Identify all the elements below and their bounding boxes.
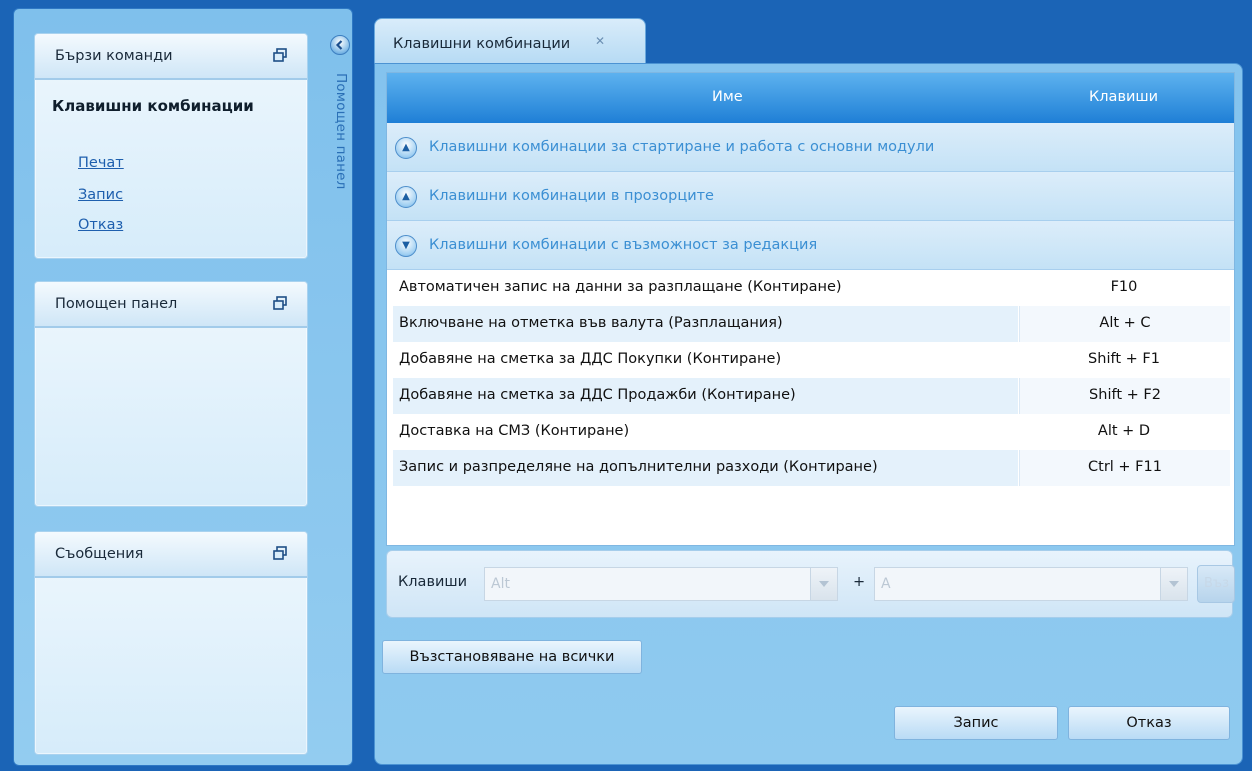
chevron-up-icon[interactable]: ▲ (395, 186, 417, 208)
row-name: Добавяне на сметка за ДДС Продажби (Конт… (399, 387, 796, 403)
group-label: Клавишни комбинации с възможност за реда… (429, 237, 818, 253)
link-cancel[interactable]: Отказ (78, 217, 123, 233)
help-panel: Помощен панел (34, 281, 308, 507)
row-keys: Alt + C (1099, 315, 1151, 331)
chevron-down-icon[interactable] (810, 568, 837, 600)
help-panel-header: Помощен панел (35, 282, 307, 328)
restore-window-icon[interactable] (273, 546, 287, 560)
shortcuts-section-title: Клавишни комбинации (52, 97, 254, 115)
link-save[interactable]: Запис (78, 187, 123, 203)
group-row[interactable]: ▲ Клавишни комбинации в прозорците (387, 172, 1234, 221)
table-row[interactable]: Добавяне на сметка за ДДС Продажби (Конт… (387, 378, 1234, 414)
key-select[interactable]: A (874, 567, 1188, 601)
restore-window-icon[interactable] (273, 48, 287, 62)
row-keys: F10 (1110, 279, 1138, 295)
plus-label: + (853, 574, 866, 590)
panel-title: Помощен панел (55, 296, 178, 312)
group-row[interactable]: ▲ Клавишни комбинации за стартиране и ра… (387, 123, 1234, 172)
chevron-up-icon[interactable]: ▲ (395, 137, 417, 159)
group-row[interactable]: ▼ Клавишни комбинации с възможност за ре… (387, 221, 1234, 270)
row-name: Автоматичен запис на данни за разплащане… (399, 279, 842, 295)
restore-window-icon[interactable] (273, 296, 287, 310)
keys-label: Клавиши (398, 574, 468, 590)
row-keys: Shift + F2 (1089, 387, 1161, 403)
collapse-sidebar-button[interactable] (330, 35, 350, 55)
row-keys: Alt + D (1097, 423, 1151, 439)
row-keys: Shift + F1 (1088, 351, 1160, 367)
table-row[interactable]: Доставка на СМЗ (Контиране) Alt + D (387, 414, 1234, 450)
chevron-down-icon[interactable] (1160, 568, 1187, 600)
save-button[interactable]: Запис (894, 706, 1058, 740)
row-name: Добавяне на сметка за ДДС Покупки (Конти… (399, 351, 782, 367)
close-tab-icon[interactable]: ✕ (595, 34, 605, 48)
cancel-button[interactable]: Отказ (1068, 706, 1230, 740)
table-row[interactable]: Запис и разпределяне на допълнителни раз… (387, 450, 1234, 486)
row-name: Доставка на СМЗ (Контиране) (399, 423, 630, 439)
link-print[interactable]: Печат (78, 155, 124, 171)
modifier-select[interactable]: Alt (484, 567, 838, 601)
quick-commands-panel: Бързи команди Клавишни комбинации Печат … (34, 33, 308, 259)
table-row[interactable]: Добавяне на сметка за ДДС Покупки (Конти… (387, 342, 1234, 378)
restore-all-button[interactable]: Възстановяване на всички (382, 640, 642, 674)
keys-editor-bar: Клавиши Alt + A Въз (386, 550, 1235, 618)
tab-label: Клавишни комбинации (393, 36, 571, 52)
column-header-keys[interactable]: Клавиши (1089, 89, 1158, 105)
group-label: Клавишни комбинации в прозорците (429, 188, 714, 204)
group-label: Клавишни комбинации за стартиране и рабо… (429, 139, 935, 155)
main-area: Клавишни комбинации ✕ Име Клавиши ▲ Клав… (373, 8, 1243, 765)
row-name: Включване на отметка във валута (Разплащ… (399, 315, 783, 331)
messages-panel: Съобщения (34, 531, 308, 755)
shortcuts-grid: Име Клавиши ▲ Клавишни комбинации за ста… (386, 72, 1235, 546)
row-name: Запис и разпределяне на допълнителни раз… (399, 459, 878, 475)
panel-title: Съобщения (55, 546, 144, 562)
row-keys: Ctrl + F11 (1088, 459, 1162, 475)
modifier-value: Alt (491, 576, 510, 592)
chevron-left-icon (335, 40, 343, 50)
chevron-down-icon[interactable]: ▼ (395, 235, 417, 257)
app-window: Бързи команди Клавишни комбинации Печат … (0, 0, 1252, 771)
tab-shortcuts[interactable]: Клавишни комбинации ✕ (374, 18, 646, 65)
table-row[interactable]: Автоматичен запис на данни за разплащане… (387, 270, 1234, 306)
table-row[interactable]: Включване на отметка във валута (Разплащ… (387, 306, 1234, 342)
quick-commands-header: Бързи команди (35, 34, 307, 80)
tab-content: Име Клавиши ▲ Клавишни комбинации за ста… (374, 63, 1243, 765)
grid-header: Име Клавиши (387, 73, 1234, 123)
restore-key-button[interactable]: Въз (1197, 565, 1235, 603)
column-header-name[interactable]: Име (712, 89, 743, 105)
restore-key-label: Въз (1204, 576, 1230, 591)
sidebar: Бързи команди Клавишни комбинации Печат … (13, 8, 353, 766)
panel-title: Бързи команди (55, 48, 173, 64)
help-panel-vertical-label[interactable]: Помощен панел (333, 73, 349, 189)
key-value: A (881, 576, 891, 592)
messages-panel-header: Съобщения (35, 532, 307, 578)
